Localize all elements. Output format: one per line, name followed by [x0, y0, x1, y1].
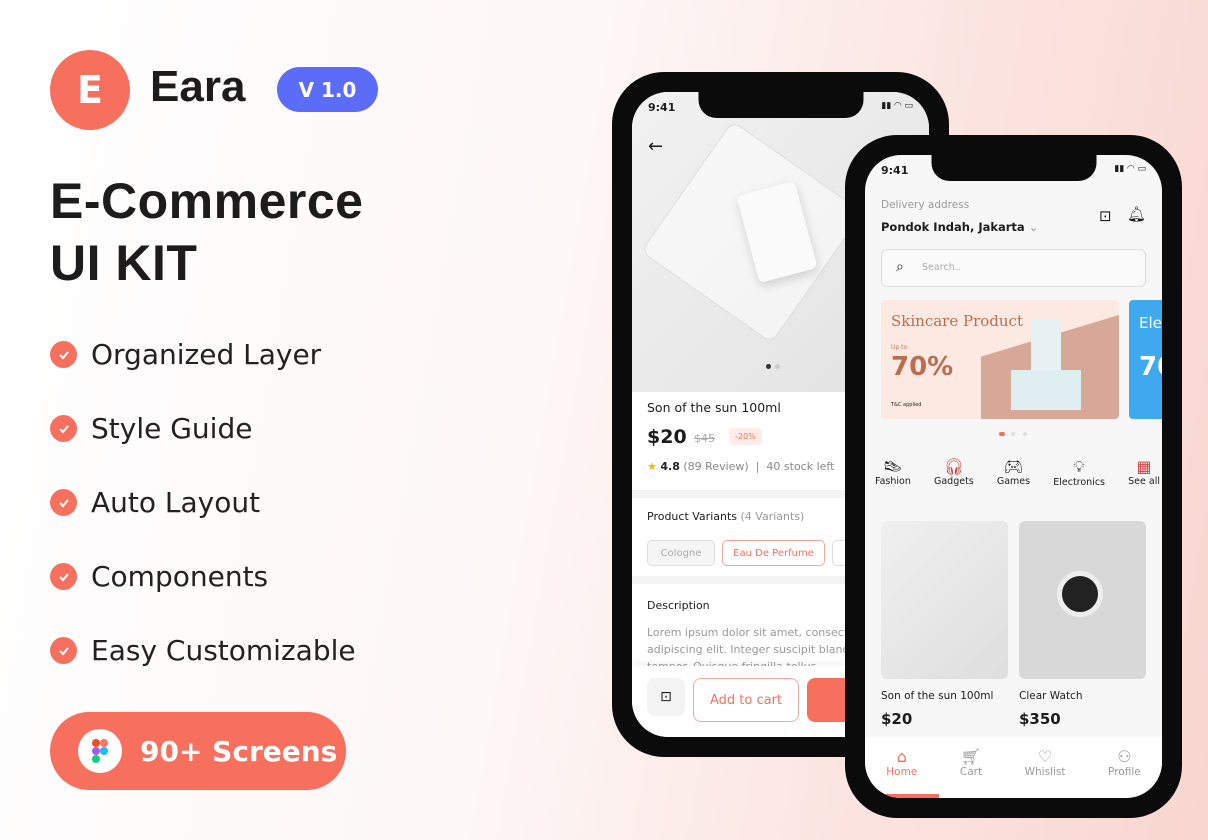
headline: E-Commerce UI KIT: [50, 173, 364, 291]
home-icon: ⌂: [896, 747, 907, 766]
product-name: Son of the sun 100ml: [881, 690, 994, 702]
feature-item: Organized Layer: [50, 338, 321, 371]
search-input[interactable]: ⌕ Search..: [881, 249, 1146, 287]
check-icon: [50, 489, 77, 516]
add-to-cart-button[interactable]: Add to cart: [693, 678, 799, 722]
check-icon: [50, 415, 77, 442]
status-icons: ▮▮ ◠ ▭: [1114, 164, 1146, 174]
screens-button[interactable]: 90+ Screens: [50, 712, 346, 790]
check-icon: [50, 637, 77, 664]
chat-icon[interactable]: ⊡: [1099, 207, 1112, 225]
category-gadgets[interactable]: 🎧︎ Gadgets: [934, 457, 974, 488]
category-fashion[interactable]: 👟︎ Fashion: [875, 457, 911, 488]
gamepad-icon: 🎮︎: [1003, 457, 1024, 476]
headphones-icon: 🎧︎: [943, 457, 965, 476]
back-arrow-icon[interactable]: ←: [648, 136, 663, 157]
shoe-icon: 👟︎: [882, 457, 904, 476]
feature-item: Auto Layout: [50, 486, 260, 519]
category-see-all[interactable]: ▦ See all: [1128, 457, 1160, 488]
nav-wishlist[interactable]: ♡ Whislist: [1025, 747, 1066, 798]
category-games[interactable]: 🎮︎ Games: [997, 457, 1030, 488]
figma-icon: [78, 729, 122, 773]
nav-cart[interactable]: 🛒︎ Cart: [960, 747, 982, 798]
brand-logo: E: [50, 50, 130, 130]
discount-badge: -20%: [729, 428, 762, 445]
variant-chip[interactable]: Cologne: [647, 540, 715, 566]
version-badge: V 1.0: [277, 67, 378, 112]
banner-skincare[interactable]: Skincare Product Up to 70% T&C applied: [881, 300, 1119, 419]
product-card-image[interactable]: [1019, 521, 1146, 679]
check-icon: [50, 341, 77, 368]
cart-icon: 🛒︎: [960, 747, 982, 766]
variant-chip-selected[interactable]: Eau De Perfume: [722, 540, 825, 566]
user-icon: ⚇: [1117, 747, 1132, 766]
banner-electronics[interactable]: Ele 70: [1129, 300, 1162, 419]
star-icon: ★: [647, 460, 657, 473]
nav-home[interactable]: ⌂ Home: [886, 747, 917, 798]
chevron-down-icon: ⌄: [1028, 220, 1039, 234]
nav-profile[interactable]: ⚇ Profile: [1108, 747, 1141, 798]
feature-item: Style Guide: [50, 412, 252, 445]
category-electronics[interactable]: 💡︎ Electronics: [1053, 457, 1105, 488]
feature-item: Easy Customizable: [50, 634, 356, 667]
heart-icon: ♡: [1037, 747, 1053, 766]
brand-name: Eara: [150, 62, 246, 111]
product-name: Clear Watch: [1019, 690, 1083, 702]
check-icon: [50, 563, 77, 590]
lightbulb-icon: 💡︎: [1073, 457, 1085, 476]
address-dropdown[interactable]: Pondok Indah, Jakarta ⌄: [881, 220, 1038, 234]
price: $20: [647, 426, 687, 448]
feature-item: Components: [50, 560, 268, 593]
product-name: Son of the sun 100ml: [647, 400, 781, 415]
grid-icon: ▦: [1136, 457, 1152, 476]
bottom-nav: ⌂ Home 🛒︎ Cart ♡ Whislist ⚇ Profile: [865, 737, 1162, 798]
search-icon: ⌕: [896, 259, 904, 275]
chat-icon[interactable]: ⊡: [647, 678, 685, 716]
bell-icon[interactable]: 🔔︎: [1127, 205, 1146, 223]
phone-home: 9:41 ▮▮ ◠ ▭ Delivery address Pondok Inda…: [845, 135, 1182, 818]
product-card-image[interactable]: [881, 521, 1008, 679]
status-icons: ▮▮ ◠ ▭: [881, 101, 913, 111]
